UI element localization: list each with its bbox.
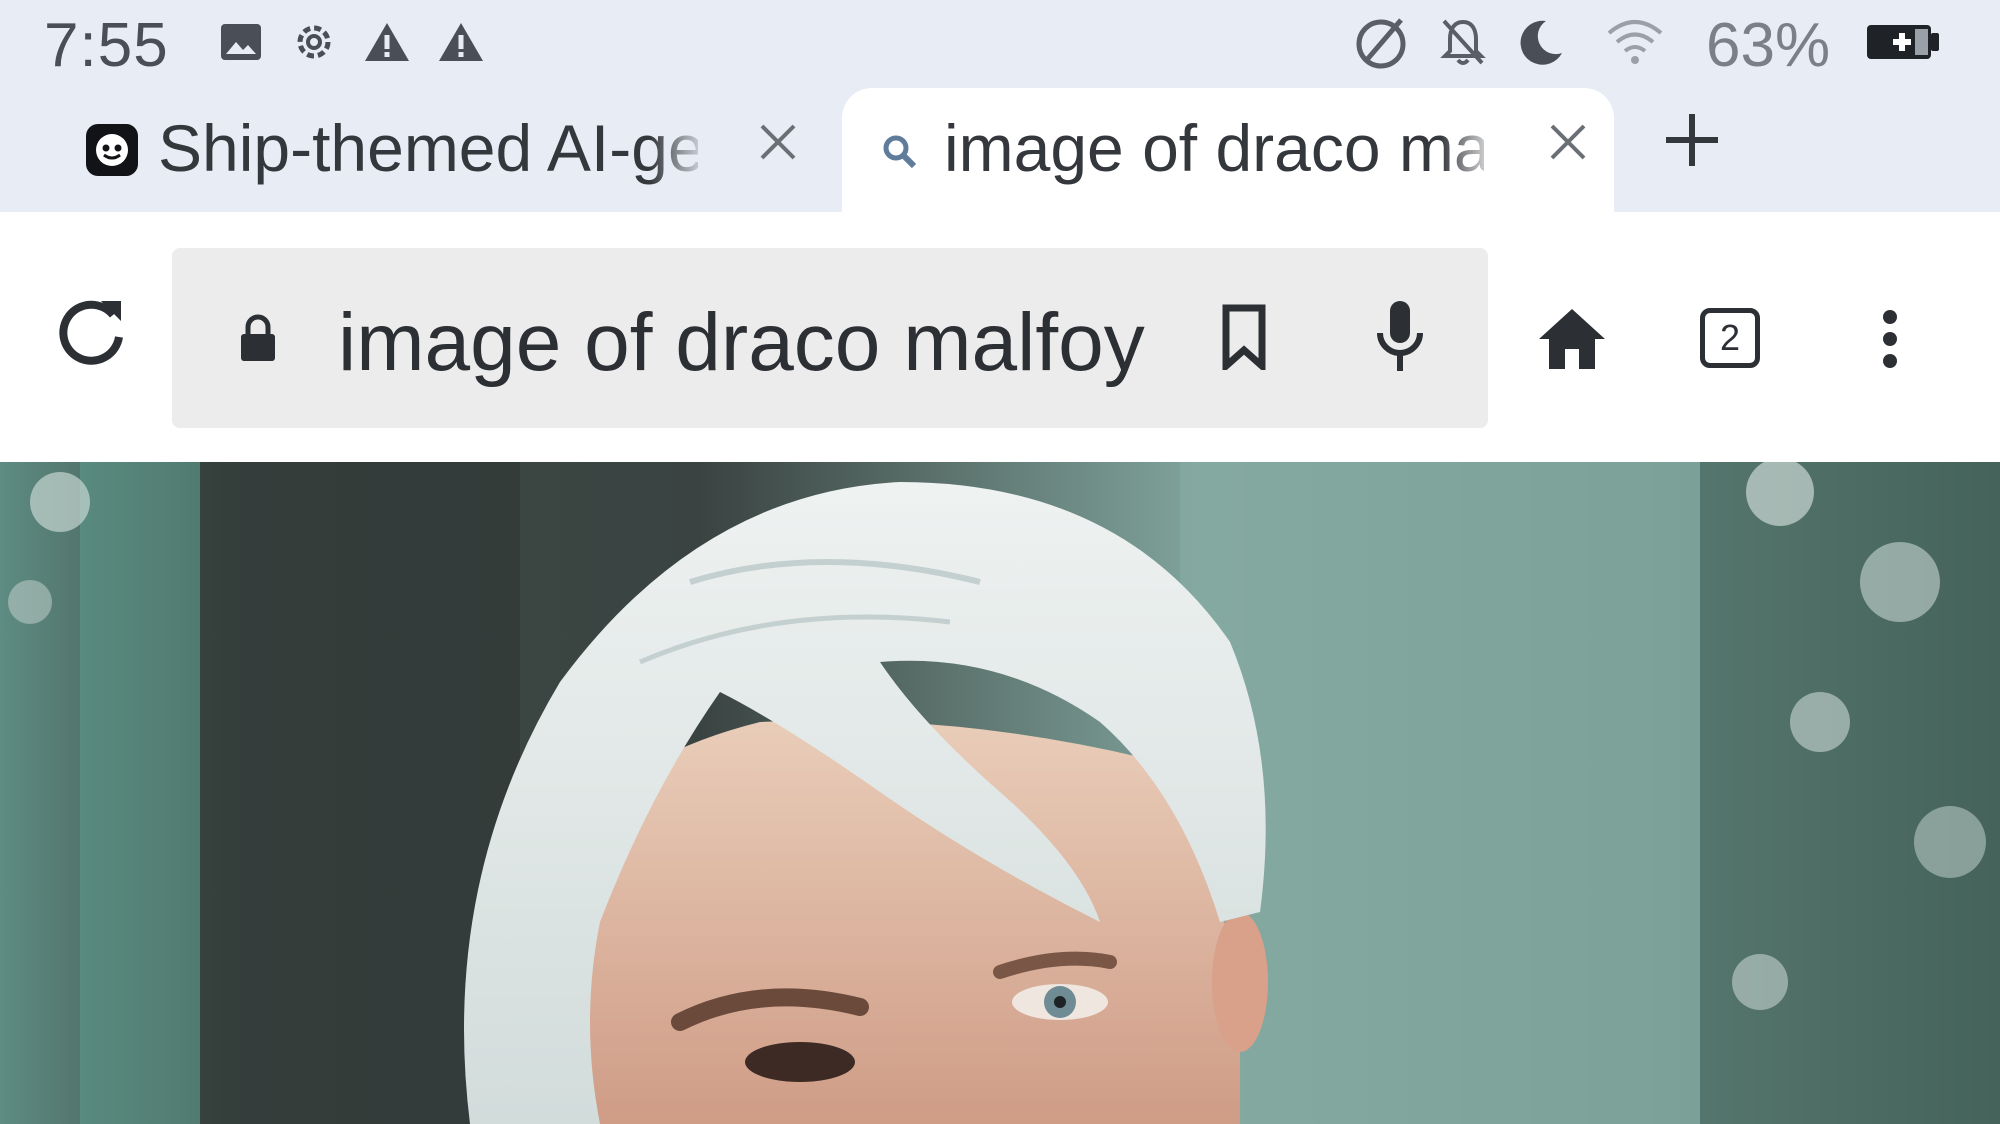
close-tab-button[interactable]: [1540, 114, 1596, 170]
status-bar: 7:55 63%: [0, 0, 2000, 88]
tab-switcher-button[interactable]: 2: [1698, 306, 1762, 370]
url-text[interactable]: image of draco malfoy: [338, 296, 1145, 390]
search-result-image[interactable]: [0, 462, 2000, 1124]
notifications-off-icon: [1438, 16, 1488, 68]
tab-title-fade: [650, 116, 710, 184]
tab-title: image of draco mal: [944, 111, 1484, 185]
tab-draco-search[interactable]: image of draco mal: [842, 88, 1614, 212]
tab-count: 2: [1700, 308, 1760, 368]
battery-charging-icon: [1864, 16, 1942, 68]
battery-percent: 63%: [1706, 11, 1831, 80]
warning-icon: [436, 16, 486, 68]
app-logo-icon: [84, 122, 140, 178]
status-time: 7:55: [44, 11, 169, 80]
omnibox[interactable]: image of draco malfoy: [172, 248, 1488, 428]
warning-icon: [362, 16, 412, 68]
bookmark-icon[interactable]: [1214, 300, 1274, 374]
new-tab-button[interactable]: [1660, 108, 1724, 172]
tab-title-fade: [1440, 116, 1500, 184]
reload-button[interactable]: [50, 290, 134, 374]
image-notification-icon: [218, 16, 264, 68]
do-not-disturb-icon: [1514, 16, 1568, 68]
tab-strip: Ship-themed AI-gen image of draco mal: [0, 88, 2000, 212]
search-icon: [880, 132, 920, 172]
tab-title: Ship-themed AI-gen: [158, 111, 698, 185]
settings-notification-icon: [288, 16, 340, 68]
data-saver-icon: [1352, 16, 1410, 69]
tab-ship-themed[interactable]: Ship-themed AI-gen: [60, 88, 820, 212]
microphone-icon[interactable]: [1370, 298, 1430, 376]
photo-illustration: [0, 462, 2000, 1124]
lock-icon[interactable]: [236, 312, 280, 364]
wifi-icon: [1604, 16, 1666, 68]
close-tab-button[interactable]: [750, 114, 806, 170]
toolbar: image of draco malfoy 2: [0, 212, 2000, 462]
menu-button[interactable]: [1870, 306, 1910, 372]
home-button[interactable]: [1536, 306, 1608, 372]
